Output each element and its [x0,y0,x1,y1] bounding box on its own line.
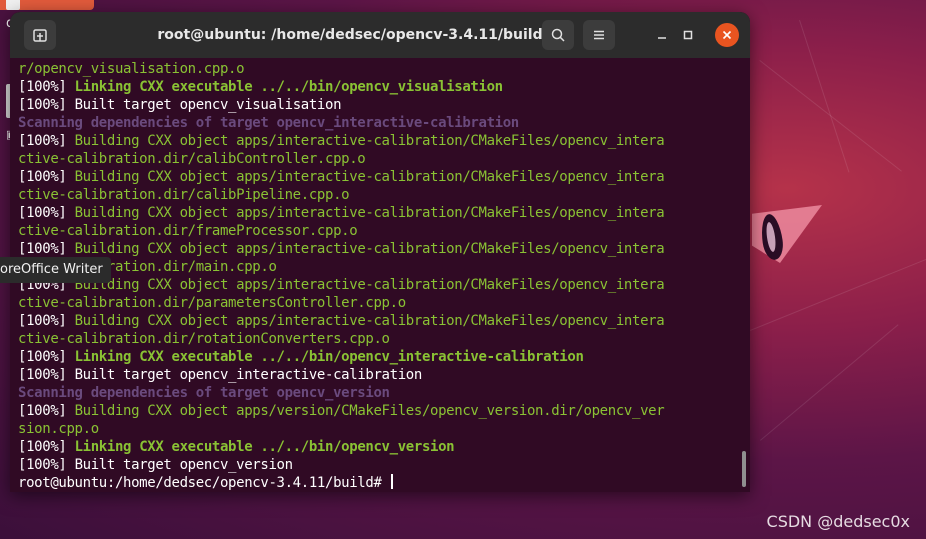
line-prefix: [100%] [18,97,75,113]
terminal-line: [100%] Linking CXX executable ../../bin/… [18,438,664,456]
line-text: ctive-calibration.dir/parametersControll… [18,295,406,311]
terminal-line: ctive-calibration.dir/main.cpp.o [18,258,664,276]
line-prefix: [100%] [18,457,75,473]
line-text: Building CXX object apps/interactive-cal… [74,133,665,149]
terminal-line: [100%] Linking CXX executable ../../bin/… [18,348,664,366]
terminal-scrollbar[interactable] [742,451,746,487]
terminal-line: [100%] Built target opencv_version [18,456,664,474]
line-text: Linking CXX executable ../../bin/opencv_… [74,349,584,365]
watermark: CSDN @dedsec0x [766,512,910,531]
title-bar[interactable]: root@ubuntu: /home/dedsec/opencv-3.4.11/… [10,12,750,58]
desktop-file-icon[interactable] [6,0,20,10]
line-text: ctive-calibration.dir/calibPipeline.cpp.… [18,187,350,203]
line-prefix: [100%] [18,205,75,221]
terminal-line: Scanning dependencies of target opencv_v… [18,384,664,402]
wallpaper-line [760,324,899,441]
hamburger-menu-icon [594,30,604,40]
terminal-line: Scanning dependencies of target opencv_i… [18,114,664,132]
terminal-line: [100%] Building CXX object apps/interact… [18,240,665,258]
line-text: Building CXX object apps/interactive-cal… [74,169,665,185]
dock-tooltip: oreOffice Writer [0,257,111,283]
line-prefix: [100%] [18,79,75,95]
terminal-line: [100%] Built target opencv_interactive-c… [18,366,664,384]
search-button[interactable] [542,20,574,50]
line-text: ctive-calibration.dir/frameProcessor.cpp… [18,223,358,239]
line-prefix: [100%] [18,349,75,365]
terminal-line: [100%] Building CXX object apps/version/… [18,402,665,420]
line-text: Building CXX object apps/interactive-cal… [74,313,665,329]
terminal-line: [100%] Building CXX object apps/interact… [18,132,665,150]
window-title: root@ubuntu: /home/dedsec/opencv-3.4.11/… [157,27,543,43]
line-prefix: [100%] [18,241,75,257]
line-prefix: [100%] [18,133,75,149]
terminal-window: root@ubuntu: /home/dedsec/opencv-3.4.11/… [10,12,750,492]
line-text: r/opencv_visualisation.cpp.o [18,61,245,77]
terminal-line: r/opencv_visualisation.cpp.o [18,60,664,78]
close-icon [722,30,732,40]
terminal-line: ctive-calibration.dir/calibPipeline.cpp.… [18,186,664,204]
terminal-line: ctive-calibration.dir/rotationConverters… [18,330,664,348]
line-text: Building CXX object apps/interactive-cal… [74,277,665,293]
terminal-line: [100%] Building CXX object apps/interact… [18,312,665,330]
terminal-line: [100%] Built target opencv_visualisation [18,96,664,114]
maximize-button[interactable] [677,24,699,46]
terminal-line: [100%] Building CXX object apps/interact… [18,204,665,222]
terminal-line: sion.cpp.o [18,420,664,438]
minimize-button[interactable] [651,24,673,46]
maximize-icon [683,30,693,40]
line-prefix: [100%] [18,367,75,383]
terminal-lines: r/opencv_visualisation.cpp.o [100%] Linki… [18,60,665,492]
terminal-line: [100%] Building CXX object apps/interact… [18,276,665,294]
line-text: Building CXX object apps/version/CMakeFi… [74,403,665,419]
minimize-icon [658,37,666,39]
line-prefix: [100%] [18,313,75,329]
terminal-line: ctive-calibration.dir/parametersControll… [18,294,664,312]
line-prefix: [100%] [18,169,75,185]
close-button[interactable] [715,23,739,47]
line-prefix: [100%] [18,403,75,419]
wallpaper-line [750,258,926,331]
line-text: Built target opencv_version [74,457,293,473]
terminal-line: [100%] Building CXX object apps/interact… [18,168,665,186]
terminal-line: ctive-calibration.dir/calibController.cp… [18,150,664,168]
terminal-line: ctive-calibration.dir/frameProcessor.cpp… [18,222,664,240]
line-text: sion.cpp.o [18,421,99,437]
line-text: Building CXX object apps/interactive-cal… [74,241,665,257]
line-text: Building CXX object apps/interactive-cal… [74,205,665,221]
line-text: ctive-calibration.dir/calibController.cp… [18,151,366,167]
line-text: Built target opencv_interactive-calibrat… [74,367,423,383]
terminal-output[interactable]: r/opencv_visualisation.cpp.o [100%] Linki… [10,58,750,492]
shell-prompt: root@ubuntu:/home/dedsec/opencv-3.4.11/b… [18,475,390,491]
line-text: Scanning dependencies of target opencv_v… [18,385,390,401]
search-icon [551,28,565,42]
menu-button[interactable] [583,20,615,50]
terminal-line: [100%] Linking CXX executable ../../bin/… [18,78,664,96]
line-text: Linking CXX executable ../../bin/opencv_… [74,79,504,95]
line-prefix: [100%] [18,439,75,455]
shell-prompt-line[interactable]: root@ubuntu:/home/dedsec/opencv-3.4.11/b… [18,474,664,492]
line-text: Built target opencv_visualisation [74,97,342,113]
line-text: ctive-calibration.dir/rotationConverters… [18,331,390,347]
line-text: Linking CXX executable ../../bin/opencv_… [74,439,455,455]
text-cursor [390,474,393,489]
line-text: Scanning dependencies of target opencv_i… [18,115,519,131]
